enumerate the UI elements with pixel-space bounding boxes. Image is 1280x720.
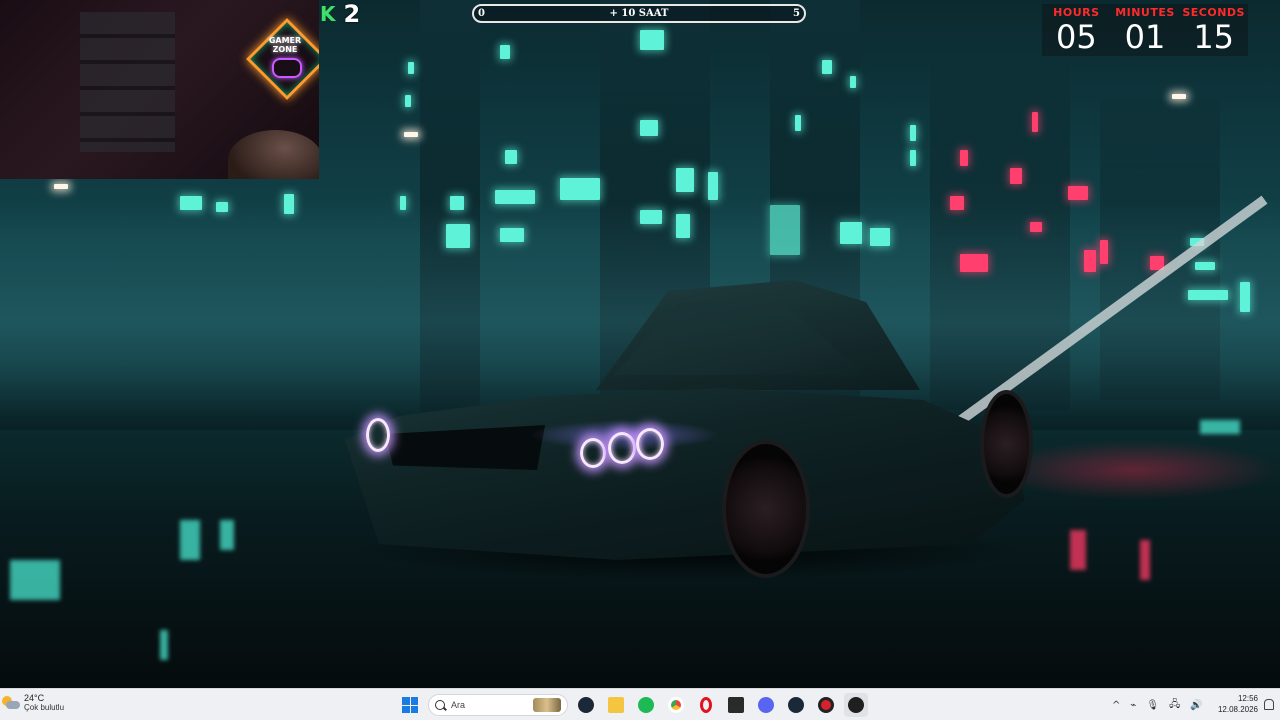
kill-counter: K 2 [320,0,360,28]
progress-end: 5 [793,8,800,19]
network-icon[interactable]: ⌁ [1130,700,1136,711]
notification-bell-icon[interactable] [1264,699,1274,710]
weather-widget[interactable]: 24°C Çok bulutlu [2,693,64,713]
timer-seconds: SECONDS 15 [1179,4,1248,56]
front-wheel [722,440,810,578]
taskbar-app-steam[interactable] [574,693,598,717]
steam-icon [578,697,594,713]
partly-cloudy-icon [2,696,20,710]
weather-condition: Çok bulutlu [24,703,65,712]
system-tray: ^ ⌁ 🎙 🖧 🔊 [1112,697,1203,714]
kick-logo-icon: K [320,2,336,26]
seconds-value: 15 [1193,18,1235,56]
shelf [80,12,175,152]
app-icon [848,697,864,713]
sign-line-2: ZONE [272,45,298,54]
folder-icon [608,697,624,713]
gamer-zone-sign: GAMER ZONE [245,17,319,102]
taskbar-app-steam-2[interactable] [784,693,808,717]
taskbar-app-file-explorer[interactable] [604,693,628,717]
chrome-icon [668,697,684,713]
headlight [366,418,390,452]
taskbar: 24°C Çok bulutlu Ara ^ ⌁ 🎙 🖧 🔊 12:56 12.… [0,688,1280,720]
windows-icon [402,697,418,713]
spotify-icon [638,697,654,713]
chevron-up-icon[interactable]: ^ [1112,700,1120,711]
opera-icon [700,697,712,713]
display-icon[interactable]: 🖧 [1169,697,1180,714]
timer-minutes: MINUTES 01 [1111,4,1180,56]
headlight [580,438,606,468]
taskbar-app-red[interactable] [814,693,838,717]
taskbar-app-chrome[interactable] [664,693,688,717]
taskbar-clock[interactable]: 12:56 12.08.2026 [1206,693,1258,715]
steam-icon [788,697,804,713]
taskbar-app-epic[interactable] [724,693,748,717]
taskbar-app-discord[interactable] [754,693,778,717]
taskbar-search[interactable]: Ara [428,694,568,716]
headlight [608,432,636,464]
timer-hours: HOURS 05 [1042,4,1111,56]
clock-date: 12.08.2026 [1217,705,1258,714]
microphone-icon[interactable]: 🎙 [1146,700,1159,711]
countdown-timer: HOURS 05 MINUTES 01 SECONDS 15 [1042,4,1248,56]
discord-icon [758,697,774,713]
start-button[interactable] [398,693,422,717]
headlight [636,428,664,460]
volume-icon[interactable]: 🔊 [1190,700,1202,711]
hours-value: 05 [1055,18,1097,56]
sports-car [330,270,1040,590]
epic-games-icon [728,697,744,713]
clock-time: 12:56 [1237,694,1258,703]
search-icon [435,700,445,710]
sign-line-1: GAMER [268,36,302,45]
subathon-progress-bar: 0 + 10 SAAT 5 [472,4,806,23]
taskbar-app-opera[interactable] [694,693,718,717]
taskbar-app-active[interactable] [844,693,868,717]
streamer [228,130,319,179]
taskbar-apps: Ara [398,693,868,717]
kill-count: 2 [343,0,361,28]
search-placeholder: Ara [451,700,466,710]
weather-temp: 24°C [24,693,45,703]
rear-wheel [980,390,1033,498]
app-icon [818,697,834,713]
minutes-value: 01 [1124,18,1166,56]
taskbar-app-spotify[interactable] [634,693,658,717]
search-highlight-icon [533,698,561,712]
progress-start: 0 [478,8,485,19]
gamepad-icon [272,58,302,78]
progress-label: + 10 SAAT [609,8,669,19]
webcam-overlay: GAMER ZONE [0,0,319,179]
